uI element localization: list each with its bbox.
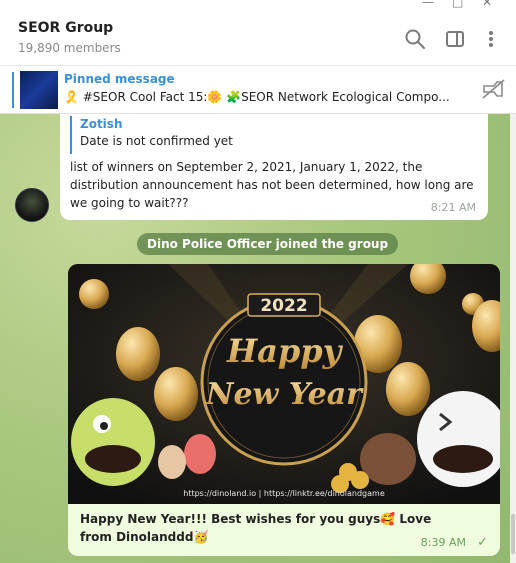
search-icon[interactable] xyxy=(404,28,426,50)
reply-preview[interactable]: Zotish Date is not confirmed yet xyxy=(70,116,320,154)
more-vertical-icon[interactable] xyxy=(480,28,502,50)
message-bubble[interactable]: Zotish Date is not confirmed yet list of… xyxy=(60,114,488,220)
message-text: list of winners on September 2, 2021, Ja… xyxy=(70,160,474,210)
pinned-message-bar[interactable]: Pinned message 🎗️ #SEOR Cool Fact 15:🌼 🧩… xyxy=(0,66,516,114)
new-year-text: New Year xyxy=(205,377,364,412)
reply-author: Zotish xyxy=(80,117,123,131)
message-time: 8:21 AM xyxy=(430,201,476,214)
chat-area[interactable]: Zotish Date is not confirmed yet list of… xyxy=(0,114,510,563)
reply-text: Date is not confirmed yet xyxy=(80,134,233,148)
sidebar-toggle-icon[interactable] xyxy=(444,28,466,50)
window-title-bar: — □ ✕ xyxy=(0,0,516,10)
message-time: 8:39 AM xyxy=(420,536,466,549)
maximize-button[interactable]: □ xyxy=(452,0,463,8)
scroll-thumb[interactable] xyxy=(511,514,515,554)
year-text: 2022 xyxy=(260,296,307,316)
chat-title[interactable]: SEOR Group xyxy=(18,20,113,36)
close-window-button[interactable]: ✕ xyxy=(482,0,492,8)
minimize-button[interactable]: — xyxy=(422,0,434,8)
pinned-title: Pinned message xyxy=(64,72,175,86)
pinned-text: 🎗️ #SEOR Cool Fact 15:🌼 🧩SEOR Network Ec… xyxy=(64,90,450,104)
avatar[interactable] xyxy=(15,188,49,222)
pinned-thumbnail xyxy=(20,71,58,109)
system-message: Dino Police Officer joined the group xyxy=(137,233,399,255)
new-year-image[interactable]: 2022 Happy New Year https://dinoland.io … xyxy=(68,264,500,504)
happy-text: Happy xyxy=(226,332,344,370)
member-count: 19,890 members xyxy=(18,41,121,55)
unpin-icon[interactable] xyxy=(480,78,506,100)
chat-header: SEOR Group 19,890 members xyxy=(0,10,516,66)
image-caption: Happy New Year!!! Best wishes for you gu… xyxy=(80,512,432,544)
image-footer-links: https://dinoland.io | https://linktr.ee/… xyxy=(183,489,385,498)
read-check-icon: ✓ xyxy=(477,535,488,550)
scrollbar[interactable] xyxy=(510,114,516,563)
pinned-accent-line xyxy=(12,72,14,108)
image-message-bubble[interactable]: 2022 Happy New Year https://dinoland.io … xyxy=(68,264,500,556)
